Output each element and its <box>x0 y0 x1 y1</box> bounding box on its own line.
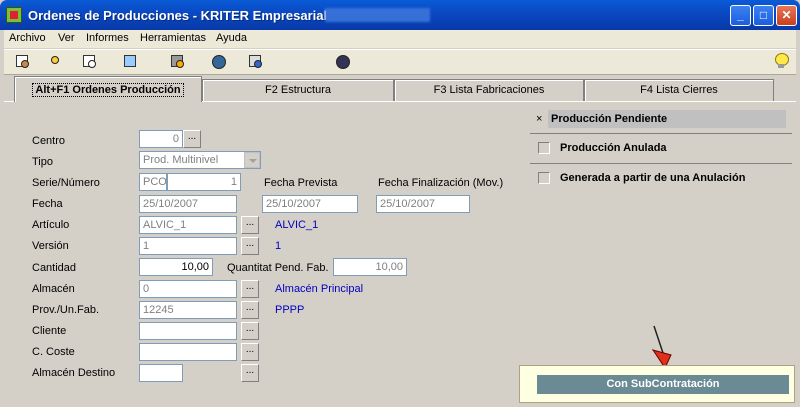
version-label: Versión <box>32 240 69 252</box>
anulada-checkbox[interactable] <box>538 142 550 154</box>
prov-unfab-browse-button[interactable]: ... <box>241 301 259 319</box>
status-row-generada[interactable]: Generada a partir de una Anulación <box>530 163 792 191</box>
status-header: × Producción Pendiente <box>530 107 792 131</box>
maximize-button[interactable]: □ <box>753 5 774 26</box>
generada-checkbox[interactable] <box>538 172 550 184</box>
menu-bar: Archivo Ver Informes Herramientas Ayuda <box>4 30 796 48</box>
toolbar <box>4 49 796 75</box>
version-browse-button[interactable]: ... <box>241 237 259 255</box>
subcontratacion-button[interactable]: Con SubContratación <box>537 375 789 394</box>
globe-key-icon[interactable] <box>334 53 352 71</box>
window-title: Ordenes de Producciones - KRITER Empresa… <box>28 8 328 23</box>
fecha-finalizacion-input[interactable]: 25/10/2007 <box>376 195 470 213</box>
serie-input[interactable]: PCO <box>139 173 167 191</box>
articulo-input[interactable]: ALVIC_1 <box>139 216 237 234</box>
cliente-label: Cliente <box>32 325 67 337</box>
minimize-button[interactable]: _ <box>730 5 751 26</box>
tipo-dropdown-icon[interactable] <box>244 152 260 168</box>
articulo-description: ALVIC_1 <box>275 219 319 231</box>
almacen-destino-browse-button[interactable]: ... <box>241 364 259 382</box>
status-row-anulada[interactable]: Producción Anulada <box>530 133 792 161</box>
c-coste-label: C. Coste <box>32 346 75 358</box>
redacted-title-suffix <box>325 8 430 22</box>
tipo-select[interactable]: Prod. Multinivel <box>139 151 261 169</box>
prov-unfab-input[interactable]: 12245 <box>139 301 237 319</box>
close-button[interactable]: ✕ <box>776 5 797 26</box>
almacen-input[interactable]: 0 <box>139 280 237 298</box>
preview-icon[interactable] <box>81 53 99 71</box>
export-icon[interactable] <box>247 53 265 71</box>
fecha-label: Fecha <box>32 198 63 210</box>
status-panel: × Producción Pendiente Producción Anulad… <box>530 105 792 195</box>
tab-lista-fabricaciones[interactable]: F3 Lista Fabricaciones <box>394 79 584 101</box>
almacen-browse-button[interactable]: ... <box>241 280 259 298</box>
centro-input[interactable]: 0 <box>139 130 183 148</box>
globe-icon[interactable] <box>210 53 228 71</box>
serie-numero-label: Serie/Número <box>32 177 100 189</box>
fecha-finalizacion-label: Fecha Finalización (Mov.) <box>378 177 504 189</box>
articulo-browse-button[interactable]: ... <box>241 216 259 234</box>
centro-label: Centro <box>32 135 66 147</box>
clear-icon[interactable] <box>48 53 66 71</box>
centro-browse-button[interactable]: ... <box>183 130 201 148</box>
menu-herramientas[interactable]: Herramientas <box>140 32 206 44</box>
prov-unfab-label: Prov./Un.Fab. <box>32 304 100 316</box>
menu-informes[interactable]: Informes <box>86 32 129 44</box>
tab-strip: Alt+F1 Ordenes Producción F2 Estructura … <box>4 76 796 102</box>
quantitat-label: Quantitat Pend. Fab. <box>227 262 329 274</box>
c-coste-input[interactable] <box>139 343 237 361</box>
generada-label: Generada a partir de una Anulación <box>560 172 746 184</box>
cliente-input[interactable] <box>139 322 237 340</box>
tipo-label: Tipo <box>32 156 53 168</box>
search-icon[interactable] <box>122 53 140 71</box>
tab-ordenes-produccion[interactable]: Alt+F1 Ordenes Producción <box>14 76 202 102</box>
tab-lista-cierres[interactable]: F4 Lista Cierres <box>584 79 774 101</box>
almacen-destino-input[interactable] <box>139 364 183 382</box>
c-coste-browse-button[interactable]: ... <box>241 343 259 361</box>
cantidad-label: Cantidad <box>32 262 77 274</box>
lightbulb-icon[interactable] <box>774 53 789 69</box>
almacen-description: Almacén Principal <box>275 283 364 295</box>
articulo-label: Artículo <box>32 219 70 231</box>
cantidad-input[interactable]: 10,00 <box>139 258 213 276</box>
version-description: 1 <box>275 240 282 252</box>
fecha-prevista-input[interactable]: 25/10/2007 <box>262 195 358 213</box>
status-title: Producción Pendiente <box>548 110 786 128</box>
fecha-input[interactable]: 25/10/2007 <box>139 195 237 213</box>
status-close-icon[interactable]: × <box>536 113 542 125</box>
process-icon[interactable] <box>169 53 187 71</box>
almacen-label: Almacén <box>32 283 75 295</box>
title-bar[interactable]: Ordenes de Producciones - KRITER Empresa… <box>0 0 800 30</box>
properties-icon[interactable] <box>14 53 32 71</box>
menu-ver[interactable]: Ver <box>58 32 75 44</box>
cliente-browse-button[interactable]: ... <box>241 322 259 340</box>
fecha-prevista-label: Fecha Prevista <box>264 177 338 189</box>
prov-unfab-description: PPPP <box>275 304 305 316</box>
almacen-destino-label: Almacén Destino <box>32 367 116 379</box>
menu-ayuda[interactable]: Ayuda <box>216 32 247 44</box>
anulada-label: Producción Anulada <box>560 142 667 154</box>
quantitat-input[interactable]: 10,00 <box>333 258 407 276</box>
numero-input[interactable]: 1 <box>167 173 241 191</box>
tab-estructura[interactable]: F2 Estructura <box>202 79 394 101</box>
version-input[interactable]: 1 <box>139 237 237 255</box>
subcontratacion-panel: Con SubContratación <box>519 365 795 403</box>
menu-archivo[interactable]: Archivo <box>9 32 46 44</box>
app-icon <box>6 7 22 23</box>
